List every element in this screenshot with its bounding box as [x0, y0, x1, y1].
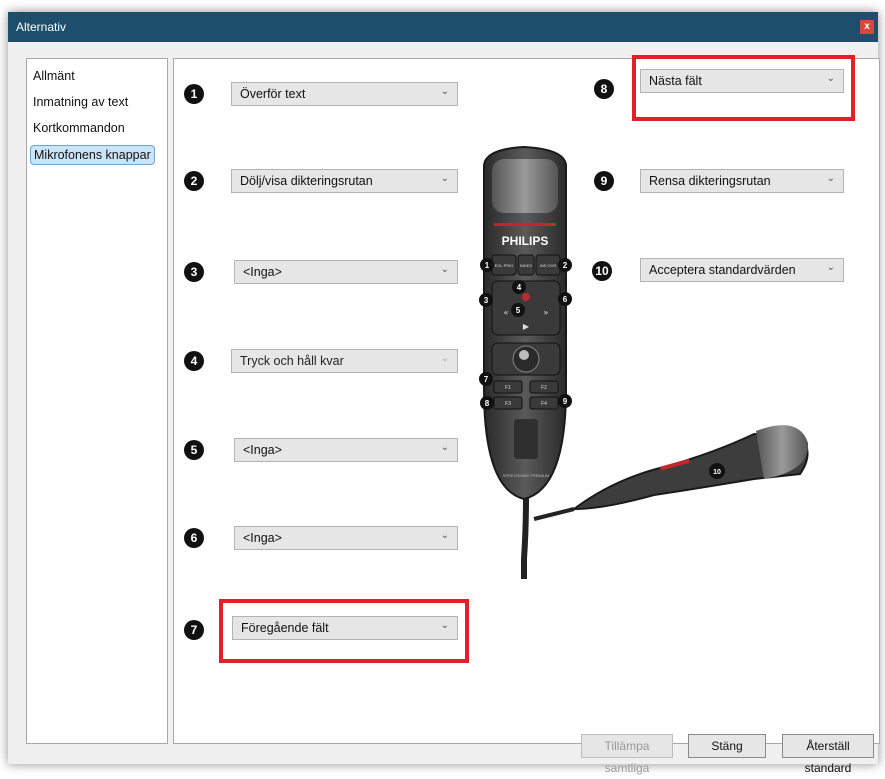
svg-text:8: 8	[485, 399, 490, 408]
svg-text:9: 9	[563, 397, 568, 406]
title-bar: Alternativ x	[8, 12, 878, 42]
apply-all-button[interactable]: Tillämpa samtliga	[581, 734, 673, 775]
microphone-brand: PHILIPS	[502, 234, 549, 248]
close-button[interactable]: Stäng	[688, 734, 766, 758]
window-title: Alternativ	[16, 20, 67, 34]
microphone-illustration: PHILIPS EOL PRIO INDEX INS OVR « » ▶ F1 …	[479, 145, 809, 579]
key-label: INDEX	[520, 263, 533, 268]
svg-text:2: 2	[563, 261, 568, 270]
sidebar-item-kortkommandon[interactable]: Kortkommandon	[33, 121, 125, 135]
sidebar-item-allmant[interactable]: Allmänt	[33, 69, 75, 83]
svg-text:4: 4	[517, 283, 522, 292]
key-label: EOL PRIO	[495, 263, 514, 268]
svg-text:»: »	[544, 308, 549, 317]
svg-text:3: 3	[484, 296, 489, 305]
svg-text:10: 10	[713, 469, 721, 476]
key-label: F2	[541, 385, 547, 391]
svg-text:1: 1	[485, 261, 490, 270]
svg-text:5: 5	[516, 306, 521, 315]
options-dialog: Alternativ x Allmänt Inmatning av text K…	[8, 12, 880, 775]
key-label: INS OVR	[540, 263, 557, 268]
key-label: F1	[505, 385, 511, 391]
key-label: F4	[541, 401, 547, 407]
svg-text:«: «	[504, 308, 509, 317]
reset-defaults-button[interactable]: Återställ standard	[782, 734, 874, 775]
svg-text:6: 6	[563, 295, 568, 304]
sidebar-item-mikrofonens-knappar[interactable]: Mikrofonens knappar	[30, 145, 155, 165]
settings-panel: 1 Överför text ⌄ 2 Dölj/visa dikteringsr…	[173, 55, 880, 744]
svg-text:7: 7	[484, 375, 489, 384]
key-label: F3	[505, 401, 511, 407]
sidebar: Allmänt Inmatning av text Kortkommandon …	[26, 58, 168, 744]
microphone-model: SPEECHMIKE PREMIUM	[503, 473, 549, 478]
close-icon[interactable]: x	[860, 20, 874, 34]
sidebar-item-inmatning[interactable]: Inmatning av text	[33, 95, 128, 109]
svg-text:▶: ▶	[523, 322, 530, 331]
